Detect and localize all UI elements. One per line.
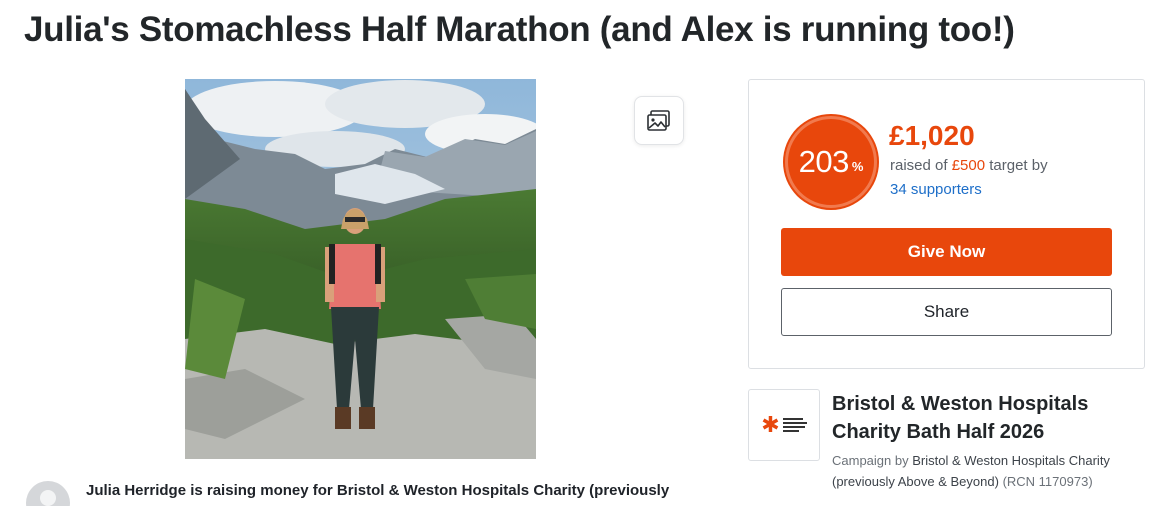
hiker-mountain-photo (185, 79, 536, 459)
percent-sign: % (851, 158, 864, 174)
campaign-owner: Campaign by Bristol & Weston Hospitals C… (832, 450, 1144, 492)
page-title: Julia's Stomachless Half Marathon (and A… (24, 10, 1015, 49)
asterisk-logo-icon: ✱ (761, 412, 780, 437)
target-amount: £500 (951, 157, 986, 174)
give-now-button[interactable]: Give Now (781, 228, 1112, 276)
fundraiser-avatar (26, 481, 70, 506)
charity-rcn: (RCN 1170973) (1002, 474, 1093, 489)
gallery-button[interactable] (634, 96, 684, 145)
logo-wordmark (782, 418, 807, 432)
supporters-link[interactable]: 34 supporters (890, 181, 982, 198)
charity-logo[interactable]: ✱ (748, 389, 820, 461)
story-intro: Julia Herridge is raising money for Bris… (86, 482, 670, 499)
target-suffix: target by (985, 157, 1048, 174)
campaign-by-prefix: Campaign by (832, 453, 913, 468)
campaign-title[interactable]: Bristol & Weston Hospitals Charity Bath … (832, 390, 1132, 446)
raised-summary: raised of £500 target by (890, 157, 1048, 174)
donation-card: 203 % £1,020 raised of £500 target by 34… (748, 79, 1145, 369)
image-gallery-icon (647, 109, 670, 131)
percent-value: 203 (798, 144, 850, 179)
share-button[interactable]: Share (781, 288, 1112, 336)
hero-photo[interactable] (185, 79, 536, 459)
amount-raised: £1,020 (889, 120, 975, 151)
raised-prefix: raised of (890, 157, 952, 174)
progress-ring: 203 % (785, 116, 877, 208)
